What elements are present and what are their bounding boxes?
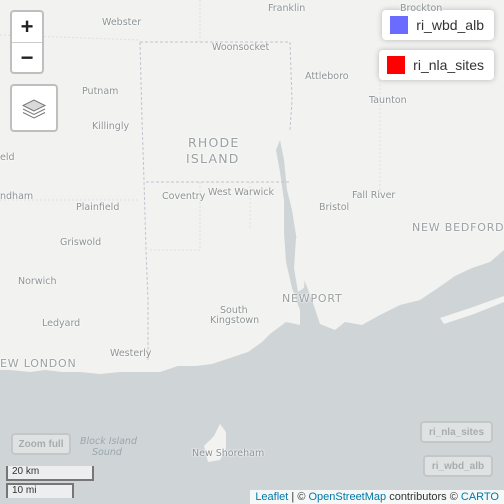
place-webster: Webster [102, 17, 142, 28]
layers-icon [21, 99, 47, 119]
carto-link[interactable]: CARTO [461, 491, 499, 503]
place-kingstown: Kingstown [210, 315, 260, 326]
place-taunton: Taunton [369, 95, 407, 106]
place-westerly: Westerly [110, 348, 152, 359]
place-woonsocket: Woonsocket [212, 42, 270, 53]
place-coventry: Coventry [162, 191, 206, 202]
place-putnam: Putnam [82, 86, 119, 97]
place-new-shoreham: New Shoreham [192, 448, 265, 459]
place-plainfield: Plainfield [76, 202, 120, 213]
place-new-london: EW LONDON [0, 357, 77, 370]
zoom-full-button[interactable]: Zoom full [11, 433, 71, 455]
scale-bar-mi: 10 mi [6, 483, 74, 498]
attribution: Leaflet | © OpenStreetMap contributors ©… [250, 490, 504, 504]
scale-bar-km: 20 km [6, 466, 94, 481]
place-attleboro: Attleboro [305, 71, 349, 82]
place-ledyard: Ledyard [42, 318, 81, 329]
osm-link[interactable]: OpenStreetMap [308, 491, 386, 503]
zoom-in-button[interactable]: + [12, 12, 42, 42]
sea-label-block-island-sound-1: Block Island [80, 436, 137, 447]
attribution-sep: | © [288, 491, 309, 503]
place-griswold: Griswold [60, 237, 102, 248]
zoom-out-button[interactable]: − [12, 42, 42, 73]
legend-item-ri-nla-sites: ri_nla_sites [379, 50, 494, 80]
leaflet-link[interactable]: Leaflet [255, 491, 288, 503]
ri-wbd-alb-zoom-button[interactable]: ri_wbd_alb [423, 455, 493, 477]
ri-nla-sites-zoom-button[interactable]: ri_nla_sites [420, 421, 493, 443]
place-rhode: RHODE [188, 135, 240, 150]
legend-swatch-ri-nla-sites [387, 56, 406, 74]
place-ndham: ndham [0, 191, 34, 202]
sea-label-block-island-sound-2: Sound [92, 447, 122, 458]
place-island: ISLAND [186, 151, 240, 166]
place-new-bedford: NEW BEDFORD [412, 221, 504, 234]
place-newport: NEWPORT [282, 292, 343, 305]
place-bristol: Bristol [319, 202, 350, 213]
attribution-contrib: contributors © [386, 491, 461, 503]
place-eld: eld [0, 152, 15, 163]
place-west-warwick: West Warwick [208, 187, 275, 198]
place-fall-river: Fall River [352, 190, 396, 201]
place-brockton: Brockton [400, 3, 443, 14]
place-killingly: Killingly [92, 121, 130, 132]
place-franklin: Franklin [268, 3, 306, 14]
layers-control-button[interactable] [10, 84, 58, 132]
legend-swatch-ri-wbd-alb [390, 16, 409, 34]
legend-item-ri-wbd-alb: ri_wbd_alb [382, 10, 494, 40]
zoom-control: + − [10, 10, 44, 74]
legend-label-ri-nla-sites: ri_nla_sites [413, 57, 484, 73]
legend-label-ri-wbd-alb: ri_wbd_alb [416, 17, 484, 33]
place-norwich: Norwich [18, 276, 57, 287]
